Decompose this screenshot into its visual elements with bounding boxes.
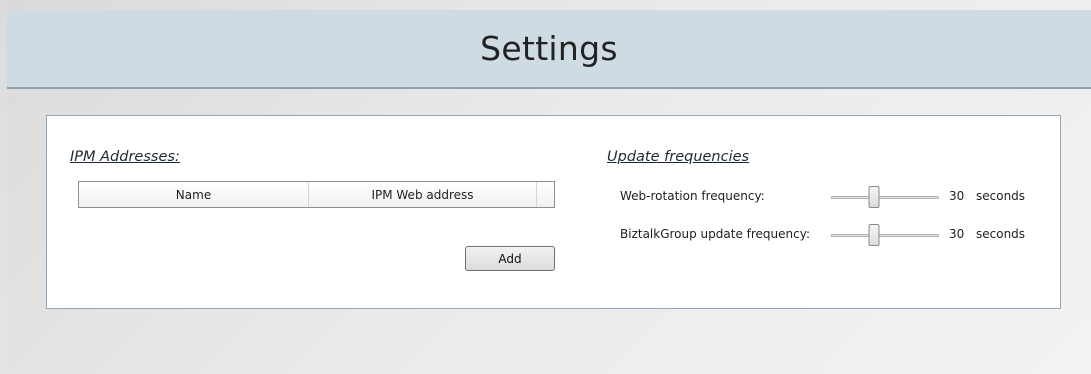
settings-header: Settings xyxy=(7,10,1091,89)
ipm-addresses-title: IPM Addresses: xyxy=(70,149,180,165)
web-rotation-frequency-unit: seconds xyxy=(976,189,1026,203)
slider-thumb[interactable] xyxy=(868,186,880,208)
web-rotation-frequency-label: Web-rotation frequency: xyxy=(620,189,765,203)
column-header-ipm-web-address[interactable]: IPM Web address xyxy=(309,182,537,207)
update-frequencies-title: Update frequencies xyxy=(607,149,750,165)
slider-track xyxy=(831,196,939,199)
biztalkgroup-update-frequency-row: BiztalkGroup update frequency: 30 second… xyxy=(620,224,1040,246)
page-title: Settings xyxy=(480,29,618,68)
settings-panel: IPM Addresses: Name IPM Web address Add … xyxy=(46,115,1061,309)
add-button[interactable]: Add xyxy=(465,246,555,271)
biztalkgroup-update-frequency-value: 30 xyxy=(949,227,965,241)
web-rotation-frequency-slider[interactable] xyxy=(831,186,939,208)
biztalkgroup-update-frequency-slider[interactable] xyxy=(831,224,939,246)
web-rotation-frequency-row: Web-rotation frequency: 30 seconds xyxy=(620,186,1040,208)
ipm-address-grid[interactable]: Name IPM Web address xyxy=(78,181,555,208)
column-header-filler xyxy=(537,182,554,207)
slider-thumb[interactable] xyxy=(868,224,880,246)
slider-track xyxy=(831,234,939,237)
biztalkgroup-update-frequency-label: BiztalkGroup update frequency: xyxy=(620,227,811,241)
web-rotation-frequency-value: 30 xyxy=(949,189,965,203)
biztalkgroup-update-frequency-unit: seconds xyxy=(976,227,1026,241)
column-header-name[interactable]: Name xyxy=(79,182,309,207)
